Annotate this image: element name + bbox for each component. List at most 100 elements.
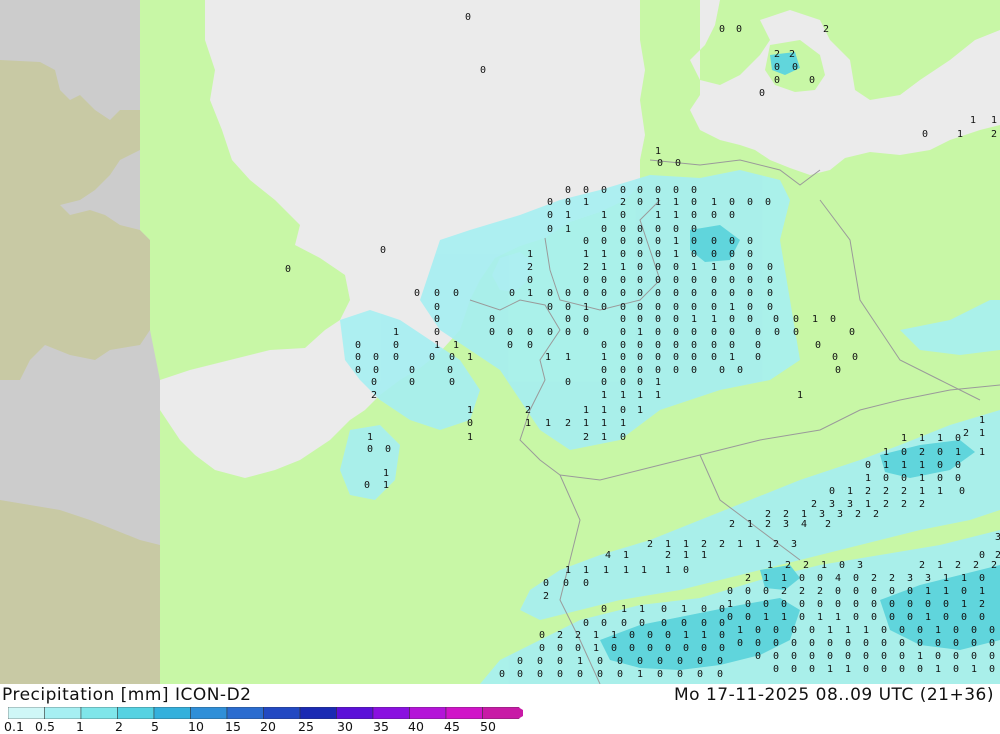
precip-value-label: 0 bbox=[691, 327, 697, 338]
precip-value-label: 4 bbox=[605, 550, 611, 561]
precip-value-label: 0 bbox=[755, 638, 761, 649]
precip-value-label: 0 bbox=[817, 599, 823, 610]
precip-value-label: 1 bbox=[453, 340, 459, 351]
precip-value-label: 1 bbox=[527, 249, 533, 260]
scale-tick-label: 50 bbox=[480, 719, 496, 734]
precip-value-label: 0 bbox=[371, 377, 377, 388]
precip-value-label: 4 bbox=[835, 573, 841, 584]
precip-value-label: 2 bbox=[871, 573, 877, 584]
precip-value-label: 0 bbox=[979, 550, 985, 561]
precip-value-label: 0 bbox=[637, 656, 643, 667]
precip-value-label: 1 bbox=[835, 612, 841, 623]
precip-value-label: 2 bbox=[991, 129, 997, 140]
precip-value-label: 0 bbox=[701, 604, 707, 615]
precip-value-label: 1 bbox=[467, 352, 473, 363]
precip-value-label: 2 bbox=[799, 586, 805, 597]
precip-value-label: 0 bbox=[629, 630, 635, 641]
scale-swatch bbox=[8, 707, 45, 719]
precip-value-label: 0 bbox=[577, 669, 583, 680]
precip-value-label: 0 bbox=[809, 664, 815, 675]
precip-value-label: 0 bbox=[745, 586, 751, 597]
precip-value-label: 0 bbox=[673, 340, 679, 351]
precip-value-label: 0 bbox=[747, 236, 753, 247]
precip-value-label: 0 bbox=[853, 599, 859, 610]
precip-value-label: 0 bbox=[565, 302, 571, 313]
precip-value-label: 1 bbox=[583, 302, 589, 313]
precip-value-label: 0 bbox=[959, 486, 965, 497]
precip-value-label: 0 bbox=[393, 352, 399, 363]
precip-value-label: 0 bbox=[971, 651, 977, 662]
precip-value-label: 0 bbox=[655, 352, 661, 363]
precip-value-label: 1 bbox=[583, 418, 589, 429]
precip-value-label: 2 bbox=[525, 405, 531, 416]
precip-value-label: 1 bbox=[901, 433, 907, 444]
precip-value-label: 0 bbox=[881, 638, 887, 649]
precip-value-label: 1 bbox=[393, 327, 399, 338]
precip-value-label: 1 bbox=[620, 262, 626, 273]
precip-value-label: 1 bbox=[673, 236, 679, 247]
precip-value-label: 0 bbox=[765, 197, 771, 208]
precip-value-label: 0 bbox=[871, 599, 877, 610]
precip-value-label: 0 bbox=[655, 249, 661, 260]
precip-value-label: 0 bbox=[543, 578, 549, 589]
precip-value-label: 0 bbox=[729, 275, 735, 286]
precip-value-label: 0 bbox=[620, 275, 626, 286]
scale-swatch bbox=[445, 707, 483, 719]
precip-value-label: 0 bbox=[773, 625, 779, 636]
precip-value-label: 2 bbox=[719, 539, 725, 550]
precip-value-label: 1 bbox=[383, 468, 389, 479]
precip-value-label: 0 bbox=[673, 314, 679, 325]
precip-value-label: 0 bbox=[467, 418, 473, 429]
precip-value-label: 0 bbox=[677, 656, 683, 667]
precip-value-label: 0 bbox=[537, 669, 543, 680]
precip-value-label: 0 bbox=[729, 210, 735, 221]
precip-value-label: 1 bbox=[623, 565, 629, 576]
precip-value-label: 1 bbox=[991, 115, 997, 126]
precip-value-label: 0 bbox=[449, 377, 455, 388]
precip-value-label: 0 bbox=[539, 643, 545, 654]
precip-value-label: 0 bbox=[385, 444, 391, 455]
precip-value-label: 0 bbox=[883, 473, 889, 484]
precip-value-label: 1 bbox=[737, 539, 743, 550]
precip-value-label: 0 bbox=[773, 651, 779, 662]
precip-value-label: 0 bbox=[865, 460, 871, 471]
precip-value-label: 0 bbox=[449, 352, 455, 363]
precip-value-label: 1 bbox=[781, 573, 787, 584]
precip-value-label: 0 bbox=[620, 185, 626, 196]
precip-value-label: 0 bbox=[767, 288, 773, 299]
precip-value-label: 2 bbox=[919, 447, 925, 458]
scale-tick-label: 0.5 bbox=[35, 719, 55, 734]
precip-value-label: 1 bbox=[883, 460, 889, 471]
precip-value-label: 0 bbox=[620, 377, 626, 388]
precip-value-label: 0 bbox=[799, 573, 805, 584]
precip-value-label: 1 bbox=[781, 612, 787, 623]
precip-value-label: 0 bbox=[755, 340, 761, 351]
precip-value-label: 0 bbox=[673, 365, 679, 376]
precip-value-label: 0 bbox=[655, 314, 661, 325]
precip-value-label: 0 bbox=[863, 651, 869, 662]
precip-value-label: 0 bbox=[507, 340, 513, 351]
precip-value-label: 1 bbox=[797, 390, 803, 401]
precip-value-label: 1 bbox=[620, 390, 626, 401]
precip-value-label: 1 bbox=[937, 560, 943, 571]
precip-value-label: 0 bbox=[917, 638, 923, 649]
precip-value-label: 1 bbox=[545, 418, 551, 429]
precip-value-label: 0 bbox=[697, 656, 703, 667]
precip-value-label: 2 bbox=[543, 591, 549, 602]
precip-value-label: 0 bbox=[673, 262, 679, 273]
precip-value-label: 1 bbox=[955, 447, 961, 458]
precip-value-label: 0 bbox=[637, 275, 643, 286]
precip-value-label: 1 bbox=[845, 625, 851, 636]
precip-value-label: 1 bbox=[979, 447, 985, 458]
precip-value-label: 0 bbox=[414, 288, 420, 299]
precip-value-label: 1 bbox=[943, 586, 949, 597]
precip-value-label: 0 bbox=[499, 669, 505, 680]
precip-value-label: 0 bbox=[691, 302, 697, 313]
precip-value-label: 0 bbox=[620, 236, 626, 247]
precip-value-label: 2 bbox=[575, 630, 581, 641]
precip-value-label: 2 bbox=[901, 499, 907, 510]
precip-value-label: 0 bbox=[989, 625, 995, 636]
precip-value-label: 0 bbox=[937, 460, 943, 471]
precip-value-label: 0 bbox=[681, 618, 687, 629]
precip-value-label: 1 bbox=[593, 643, 599, 654]
